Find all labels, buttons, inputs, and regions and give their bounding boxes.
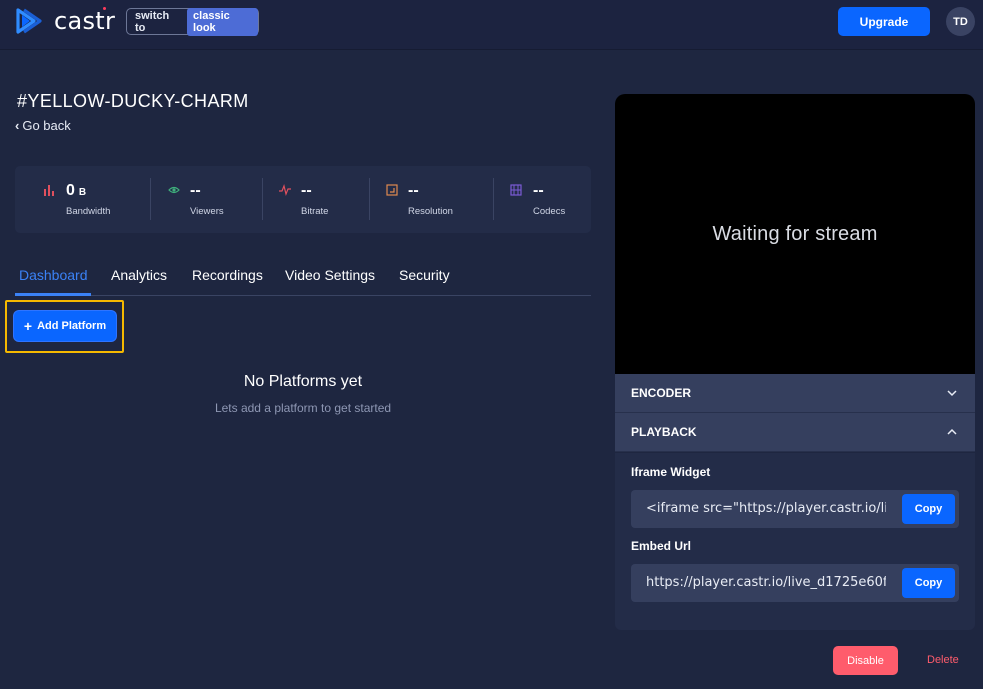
pulse-icon <box>279 184 291 196</box>
film-icon <box>510 184 522 196</box>
switch-to-classic-toggle[interactable]: switch to classic look <box>126 7 259 36</box>
go-back-label: Go back <box>22 118 71 133</box>
go-back-link[interactable]: ‹ Go back <box>15 118 71 133</box>
switch-prefix: switch to <box>135 9 170 34</box>
active-tab-indicator <box>15 293 91 296</box>
castr-logo[interactable]: castr <box>14 6 115 36</box>
stat-codecs-label: Codecs <box>533 206 566 217</box>
stat-bitrate-value: -- <box>301 182 312 199</box>
video-player[interactable]: Waiting for stream <box>615 94 975 374</box>
chevron-up-icon <box>947 428 957 435</box>
copy-iframe-button[interactable]: Copy <box>902 494 955 524</box>
tab-dashboard[interactable]: Dashboard <box>19 267 88 283</box>
encoder-accordion[interactable]: ENCODER <box>615 374 975 413</box>
stat-resolution: -- Resolution <box>386 180 496 220</box>
stat-bandwidth-value: 0B <box>66 182 87 199</box>
playback-accordion-label: PLAYBACK <box>631 425 697 439</box>
stat-bitrate-label: Bitrate <box>301 206 329 217</box>
logo-text: castr <box>54 7 116 35</box>
embed-url-label: Embed Url <box>631 539 692 553</box>
iframe-widget-field[interactable]: <iframe src="https://player.castr.io/liv… <box>631 490 959 528</box>
embed-url-field[interactable]: https://player.castr.io/live_d1725e60f1a… <box>631 564 959 602</box>
stat-resolution-value: -- <box>408 182 419 199</box>
stat-codecs-value: -- <box>533 182 544 199</box>
stream-stats-panel: 0B Bandwidth -- Viewers -- Bitrate -- Re… <box>15 166 591 233</box>
stat-viewers: -- Viewers <box>168 180 263 220</box>
plus-icon: + <box>23 318 33 334</box>
tab-recordings[interactable]: Recordings <box>192 267 263 283</box>
iframe-widget-value[interactable]: <iframe src="https://player.castr.io/liv… <box>646 501 886 516</box>
embed-url-value[interactable]: https://player.castr.io/live_d1725e60f1a… <box>646 575 886 590</box>
stat-divider <box>493 178 494 220</box>
bar-chart-icon <box>44 185 54 196</box>
player-status-text: Waiting for stream <box>712 222 878 245</box>
disable-button[interactable]: Disable <box>833 646 898 675</box>
add-platform-label: Add Platform <box>37 320 107 332</box>
stat-divider <box>262 178 263 220</box>
empty-state-subtitle: Lets add a platform to get started <box>214 401 392 415</box>
stream-title: #YELLOW-DUCKY-CHARM <box>17 91 249 111</box>
delete-link[interactable]: Delete <box>927 654 959 666</box>
upgrade-button[interactable]: Upgrade <box>838 7 930 36</box>
top-bar: castr switch to classic look Upgrade TD <box>0 0 983 50</box>
add-platform-button[interactable]: + Add Platform <box>14 311 116 341</box>
encoder-accordion-label: ENCODER <box>631 386 692 400</box>
playback-panel: Iframe Widget <iframe src="https://playe… <box>615 453 975 630</box>
resolution-icon <box>386 184 398 196</box>
stream-tabs: Dashboard Analytics Recordings Video Set… <box>15 260 591 296</box>
playback-accordion[interactable]: PLAYBACK <box>615 413 975 452</box>
stat-bandwidth-label: Bandwidth <box>66 206 111 217</box>
stat-viewers-label: Viewers <box>190 206 224 217</box>
castr-logo-icon <box>16 8 42 34</box>
empty-state-title: No Platforms yet <box>243 373 363 390</box>
stat-divider <box>369 178 370 220</box>
chevron-left-icon: ‹ <box>15 118 20 133</box>
stat-codecs: -- Codecs <box>510 180 585 220</box>
tab-analytics[interactable]: Analytics <box>111 267 167 283</box>
logo-dot <box>103 7 106 10</box>
user-avatar[interactable]: TD <box>946 7 975 36</box>
stat-divider <box>150 178 151 220</box>
classic-look-badge[interactable]: classic look <box>187 7 258 36</box>
iframe-widget-label: Iframe Widget <box>631 465 711 479</box>
stat-resolution-label: Resolution <box>408 206 453 217</box>
stat-bitrate: -- Bitrate <box>279 180 374 220</box>
tab-video-settings[interactable]: Video Settings <box>285 267 375 283</box>
stat-viewers-value: -- <box>190 182 201 199</box>
eye-icon <box>168 186 180 194</box>
copy-embed-url-button[interactable]: Copy <box>902 568 955 598</box>
tab-security[interactable]: Security <box>399 267 450 283</box>
chevron-down-icon <box>947 390 957 397</box>
stat-bandwidth: 0B Bandwidth <box>43 180 153 220</box>
